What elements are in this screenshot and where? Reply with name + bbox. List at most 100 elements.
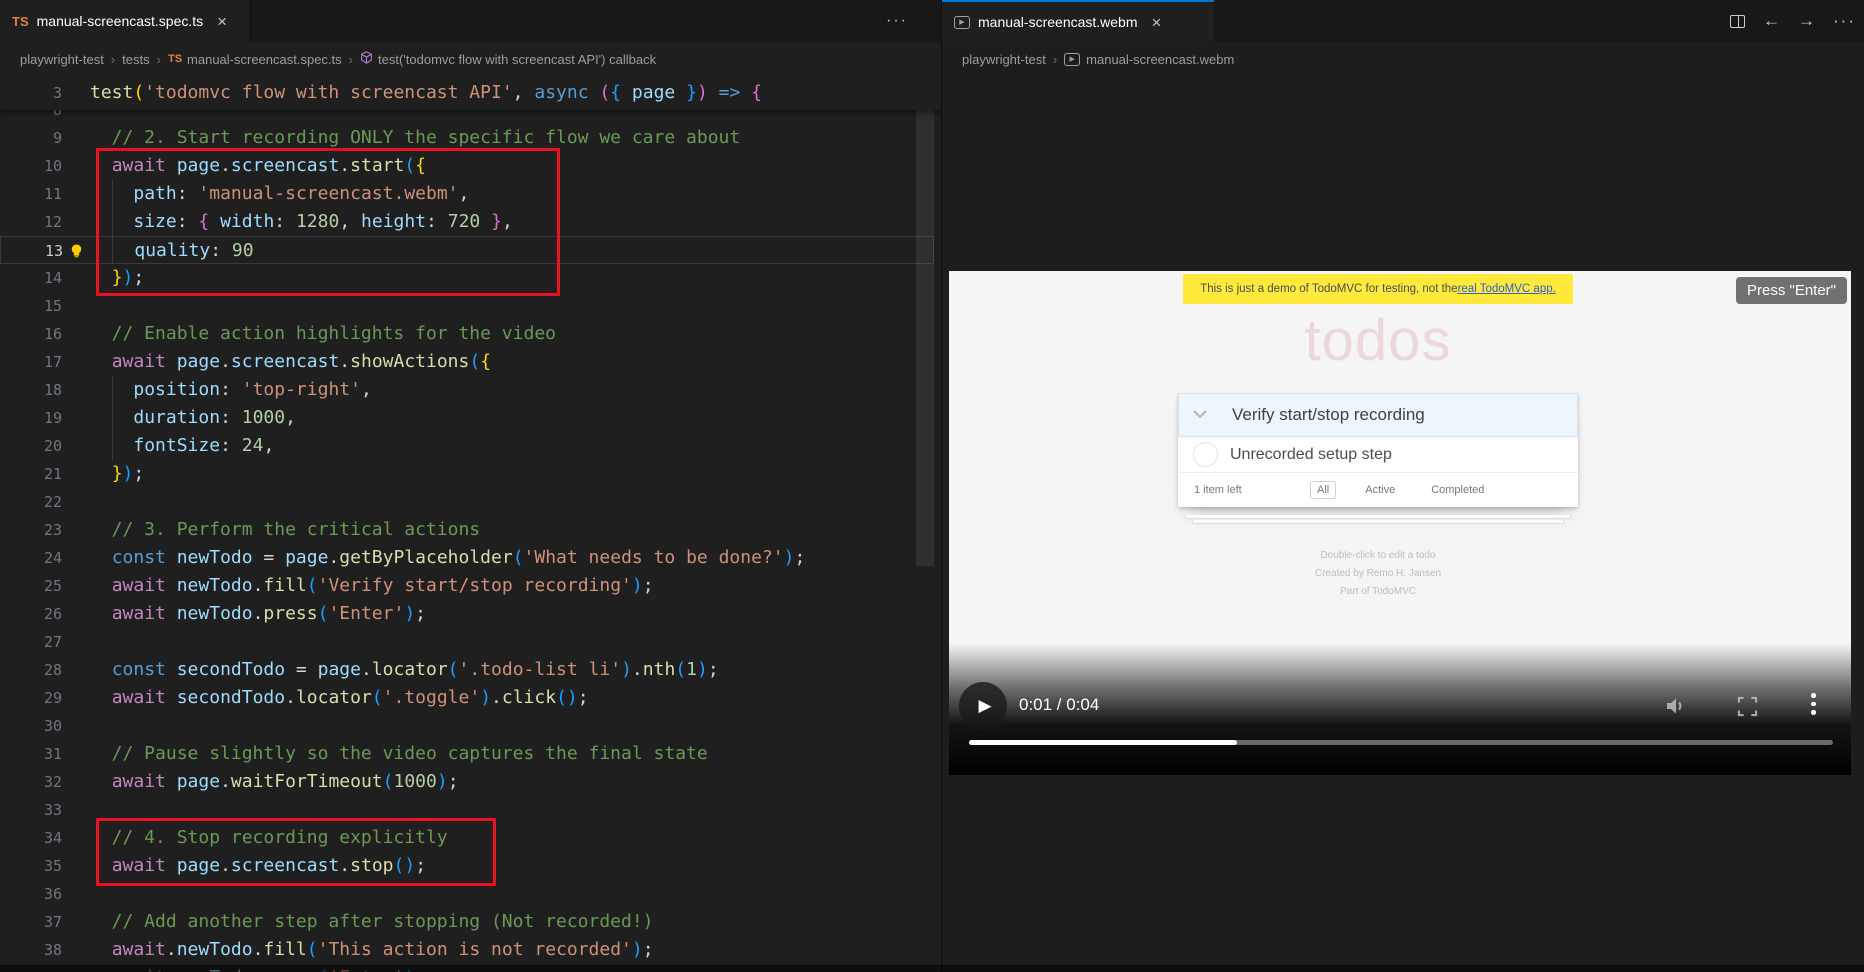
- split-editor-icon[interactable]: [1730, 15, 1745, 28]
- line-number[interactable]: 34: [0, 824, 62, 852]
- code-text: // 2. Start recording ONLY the specific …: [90, 124, 740, 152]
- video-filters: All Active Completed: [1310, 481, 1491, 499]
- code-line-23[interactable]: 23 // 3. Perform the critical actions: [0, 516, 934, 544]
- video-player[interactable]: This is just a demo of TodoMVC for testi…: [949, 271, 1851, 775]
- code-line-10[interactable]: 10 await page.screencast.start({: [0, 152, 934, 180]
- breadcrumb-right: playwright-test › ▶ manual-screencast.we…: [942, 42, 1864, 76]
- video-more-options-icon[interactable]: [1811, 693, 1816, 715]
- code-line-12[interactable]: 12 size: { width: 1280, height: 720 },: [0, 208, 934, 236]
- code-line-15[interactable]: 15: [0, 292, 934, 320]
- code-text: quality: 90: [91, 237, 254, 265]
- video-progress-bar[interactable]: [969, 740, 1833, 745]
- code-line-13[interactable]: 13 quality: 90: [0, 236, 934, 264]
- go-back-icon[interactable]: ←: [1763, 11, 1780, 31]
- code-line-16[interactable]: 16 // Enable action highlights for the v…: [0, 320, 934, 348]
- code-line-14[interactable]: 14 });: [0, 264, 934, 292]
- breadcrumb-item-file[interactable]: manual-screencast.webm: [1086, 52, 1234, 67]
- line-number[interactable]: 36: [0, 880, 62, 908]
- line-number[interactable]: 32: [0, 768, 62, 796]
- sticky-line[interactable]: 3 test('todomvc flow with screencast API…: [0, 76, 941, 110]
- breadcrumb-separator: ›: [111, 52, 115, 67]
- breadcrumb-item-folder[interactable]: playwright-test: [962, 52, 1046, 67]
- line-number[interactable]: 33: [0, 796, 62, 824]
- line-number[interactable]: 14: [0, 264, 62, 292]
- line-number[interactable]: 15: [0, 292, 62, 320]
- close-tab-icon[interactable]: ×: [217, 13, 227, 30]
- line-number[interactable]: 21: [0, 460, 62, 488]
- lightbulb-icon[interactable]: [69, 243, 84, 264]
- line-number[interactable]: 24: [0, 544, 62, 572]
- line-number[interactable]: 10: [0, 152, 62, 180]
- line-number[interactable]: 30: [0, 712, 62, 740]
- code-line-35[interactable]: 35 await page.screencast.stop();: [0, 852, 934, 880]
- code-text: // Enable action highlights for the vide…: [90, 320, 556, 348]
- code-line-31[interactable]: 31 // Pause slightly so the video captur…: [0, 740, 934, 768]
- code-line-26[interactable]: 26 await newTodo.press('Enter');: [0, 600, 934, 628]
- code-line-38[interactable]: 38 await.newTodo.fill('This action is no…: [0, 936, 934, 964]
- code-line-36[interactable]: 36: [0, 880, 934, 908]
- breadcrumb-item-tests[interactable]: tests: [122, 52, 149, 67]
- line-number[interactable]: 13: [1, 237, 63, 265]
- tab-webm-file[interactable]: ▶ manual-screencast.webm ×: [942, 0, 1214, 42]
- line-number[interactable]: 16: [0, 320, 62, 348]
- code-line-17[interactable]: 17 await page.screencast.showActions({: [0, 348, 934, 376]
- line-number[interactable]: 20: [0, 432, 62, 460]
- fullscreen-icon[interactable]: [1737, 696, 1758, 722]
- line-number[interactable]: 17: [0, 348, 62, 376]
- close-tab-icon[interactable]: ×: [1152, 14, 1162, 31]
- code-text: await secondTodo.locator('.toggle').clic…: [90, 684, 589, 712]
- editor-more-actions-icon[interactable]: ···: [886, 0, 908, 42]
- video-todo-input-row: Verify start/stop recording: [1178, 393, 1578, 437]
- breadcrumb-item-symbol[interactable]: test('todomvc flow with screencast API')…: [378, 52, 656, 67]
- more-actions-icon[interactable]: ···: [1833, 11, 1856, 31]
- breadcrumb-item-folder[interactable]: playwright-test: [20, 52, 104, 67]
- line-number[interactable]: 19: [0, 404, 62, 432]
- code-line-34[interactable]: 34 // 4. Stop recording explicitly: [0, 824, 934, 852]
- line-number[interactable]: 28: [0, 656, 62, 684]
- breadcrumb-separator: ›: [349, 52, 353, 67]
- breadcrumb-item-file[interactable]: manual-screencast.spec.ts: [187, 52, 342, 67]
- tab-spec-file[interactable]: TS manual-screencast.spec.ts ×: [0, 0, 250, 42]
- code-line-28[interactable]: 28 const secondTodo = page.locator('.tod…: [0, 656, 934, 684]
- indent-guide: [112, 376, 113, 460]
- code-line-22[interactable]: 22: [0, 488, 934, 516]
- scrollbar-thumb[interactable]: [916, 76, 934, 566]
- code-line-37[interactable]: 37 // Add another step after stopping (N…: [0, 908, 934, 936]
- line-number[interactable]: 38: [0, 936, 62, 964]
- code-line-20[interactable]: 20 fontSize: 24,: [0, 432, 934, 460]
- line-number[interactable]: 11: [0, 180, 62, 208]
- code-line-11[interactable]: 11 path: 'manual-screencast.webm',: [0, 180, 934, 208]
- code-line-25[interactable]: 25 await newTodo.fill('Verify start/stop…: [0, 572, 934, 600]
- line-number[interactable]: 23: [0, 516, 62, 544]
- video-time: 0:01 / 0:04: [1019, 695, 1099, 715]
- code-line-32[interactable]: 32 await page.waitForTimeout(1000);: [0, 768, 934, 796]
- tab-label: manual-screencast.webm: [978, 14, 1138, 30]
- code-line-24[interactable]: 24 const newTodo = page.getByPlaceholder…: [0, 544, 934, 572]
- code-text: await page.waitForTimeout(1000);: [90, 768, 459, 796]
- line-number[interactable]: 35: [0, 852, 62, 880]
- line-number[interactable]: 26: [0, 600, 62, 628]
- line-number[interactable]: 29: [0, 684, 62, 712]
- code-line-9[interactable]: 9 // 2. Start recording ONLY the specifi…: [0, 124, 934, 152]
- play-button[interactable]: ▶: [959, 682, 1007, 730]
- typescript-file-icon: TS: [12, 14, 29, 29]
- line-number[interactable]: 27: [0, 628, 62, 656]
- line-number[interactable]: 9: [0, 124, 62, 152]
- code-line-30[interactable]: 30: [0, 712, 934, 740]
- code-line-27[interactable]: 27: [0, 628, 934, 656]
- code-line-21[interactable]: 21 });: [0, 460, 934, 488]
- code-line-29[interactable]: 29 await secondTodo.locator('.toggle').c…: [0, 684, 934, 712]
- line-number[interactable]: 12: [0, 208, 62, 236]
- code-line-33[interactable]: 33: [0, 796, 934, 824]
- code-line-19[interactable]: 19 duration: 1000,: [0, 404, 934, 432]
- line-number[interactable]: 31: [0, 740, 62, 768]
- line-number[interactable]: 37: [0, 908, 62, 936]
- line-number[interactable]: 22: [0, 488, 62, 516]
- code-line-18[interactable]: 18 position: 'top-right',: [0, 376, 934, 404]
- line-number[interactable]: 18: [0, 376, 62, 404]
- go-forward-icon[interactable]: →: [1798, 11, 1815, 31]
- line-number[interactable]: 25: [0, 572, 62, 600]
- info-line: Created by Remo H. Jansen: [1315, 565, 1441, 583]
- volume-icon[interactable]: [1663, 694, 1687, 723]
- code-editor[interactable]: 89 // 2. Start recording ONLY the specif…: [0, 76, 941, 972]
